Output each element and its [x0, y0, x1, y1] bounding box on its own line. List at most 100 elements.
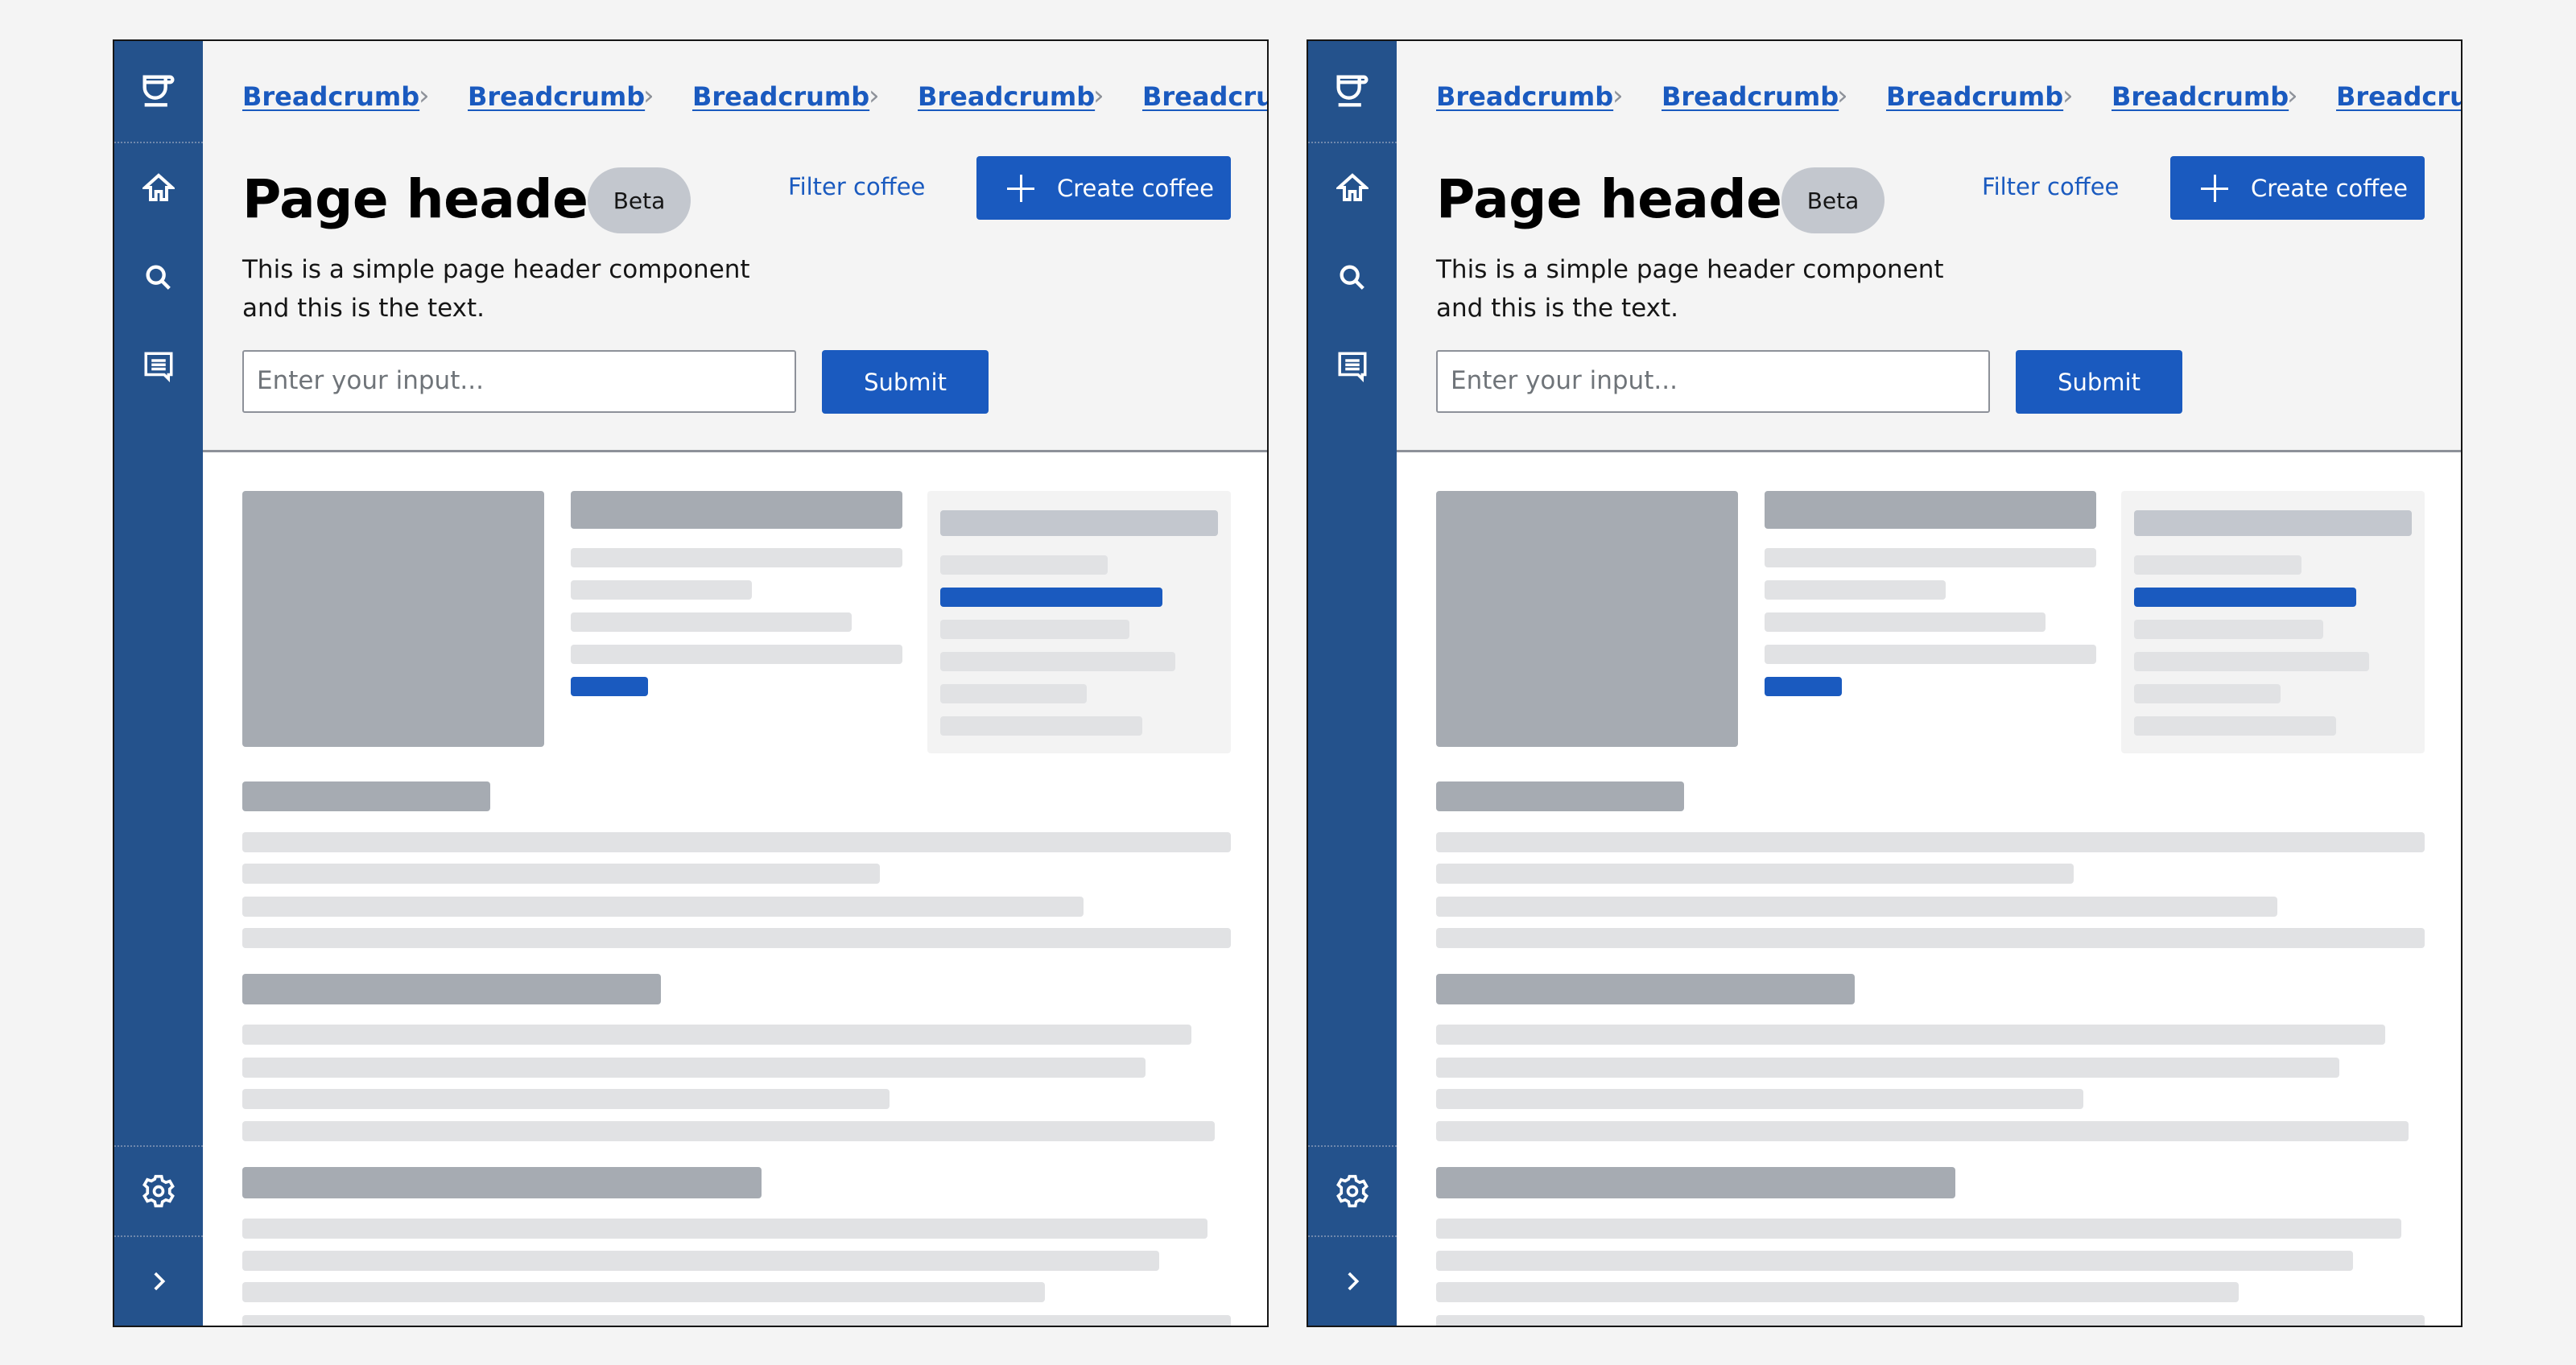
sidebar-item-home[interactable]: [114, 154, 203, 221]
chat-icon: [1335, 349, 1369, 383]
create-coffee-label: Create coffee: [2251, 174, 2408, 202]
create-coffee-button[interactable]: Create coffee: [976, 156, 1231, 220]
skeleton-line: [242, 1219, 1208, 1239]
submit-label: Submit: [864, 368, 947, 396]
skeleton-heading: [242, 974, 661, 1004]
sidebar-item-messages[interactable]: [114, 332, 203, 400]
skeleton-link: [940, 588, 1162, 607]
skeleton-title: [1765, 491, 2096, 529]
skeleton-line: [1436, 1025, 2385, 1045]
app-logo[interactable]: [114, 41, 203, 141]
submit-button[interactable]: Submit: [822, 350, 989, 414]
skeleton-line: [1436, 1315, 2425, 1326]
filter-coffee-link[interactable]: Filter coffee: [788, 173, 925, 200]
page-description: This is a simple page header component a…: [242, 250, 806, 328]
skeleton-line: [2134, 555, 2301, 575]
submit-button[interactable]: Submit: [2016, 350, 2182, 414]
description-line: This is a simple page header component: [1436, 255, 1944, 284]
app-logo[interactable]: [1308, 41, 1397, 141]
skeleton-image: [1436, 491, 1738, 747]
page-title: Page header: [242, 168, 614, 230]
breadcrumb-item[interactable]: Breadcrumb: [2112, 81, 2289, 112]
breadcrumb-separator-icon: ›: [419, 80, 430, 112]
skeleton-line: [242, 1121, 1215, 1141]
skeleton-line: [242, 1282, 1045, 1302]
search-icon: [1336, 262, 1368, 294]
page-header: Breadcrumb › Breadcrumb › Breadcrumb › B…: [203, 41, 1267, 452]
skeleton-heading: [1436, 781, 1684, 811]
skeleton-link: [1765, 677, 1842, 696]
skeleton-content: [203, 452, 1267, 1326]
sidebar-item-settings[interactable]: [1308, 1147, 1397, 1235]
skeleton-line: [2134, 652, 2369, 671]
text-input[interactable]: Enter your input...: [242, 350, 796, 413]
breadcrumb-separator-icon: ›: [2062, 80, 2074, 112]
sidebar-expand-button[interactable]: [1308, 1237, 1397, 1326]
skeleton-line: [1765, 645, 2096, 664]
skeleton-line: [1436, 928, 2425, 948]
skeleton-line: [1436, 1058, 2339, 1078]
skeleton-line: [940, 684, 1087, 703]
skeleton-line: [1765, 548, 2096, 567]
home-icon: [1336, 171, 1368, 204]
search-icon: [142, 262, 175, 294]
skeleton-line: [2134, 684, 2281, 703]
chevron-right-icon: [1339, 1268, 1366, 1295]
skeleton-heading: [242, 1167, 762, 1198]
skeleton-card: [2121, 491, 2425, 753]
text-input[interactable]: Enter your input...: [1436, 350, 1990, 413]
skeleton-content: [1397, 452, 2461, 1326]
breadcrumb-item[interactable]: Breadcrumb: [2336, 81, 2461, 112]
sidebar-item-search[interactable]: [114, 244, 203, 311]
beta-badge: Beta: [1781, 167, 1885, 233]
skeleton-line: [242, 1025, 1191, 1045]
sidebar-item-messages[interactable]: [1308, 332, 1397, 400]
breadcrumb-item[interactable]: Breadcrumb: [918, 81, 1095, 112]
filter-coffee-link[interactable]: Filter coffee: [1982, 173, 2119, 200]
sidebar-item-settings[interactable]: [114, 1147, 203, 1235]
sidebar-item-home[interactable]: [1308, 154, 1397, 221]
skeleton-line: [1436, 1219, 2401, 1239]
home-icon: [142, 171, 175, 204]
coffee-cup-icon: [1331, 70, 1373, 112]
skeleton-line: [1436, 1251, 2353, 1271]
beta-badge: Beta: [588, 167, 691, 233]
breadcrumb-item[interactable]: Breadcrumb: [692, 81, 869, 112]
breadcrumb-item[interactable]: Breadcrumb: [1662, 81, 1839, 112]
skeleton-line: [242, 1058, 1146, 1078]
skeleton-line: [2134, 620, 2323, 639]
breadcrumb-item[interactable]: Breadcrumb: [1142, 81, 1267, 112]
page-header: Breadcrumb › Breadcrumb › Breadcrumb › B…: [1397, 41, 2461, 452]
skeleton-card-title: [2134, 510, 2412, 536]
skeleton-card-title: [940, 510, 1218, 536]
skeleton-line: [940, 620, 1129, 639]
input-placeholder: Enter your input...: [1451, 366, 1678, 395]
sidebar-expand-button[interactable]: [114, 1237, 203, 1326]
skeleton-line: [242, 864, 880, 884]
breadcrumb-item[interactable]: Breadcrumb: [1436, 81, 1613, 112]
skeleton-image: [242, 491, 544, 747]
breadcrumb-item[interactable]: Breadcrumb: [242, 81, 419, 112]
skeleton-link: [571, 677, 648, 696]
breadcrumb-item[interactable]: Breadcrumb: [1886, 81, 2063, 112]
breadcrumb-item[interactable]: Breadcrumb: [468, 81, 645, 112]
skeleton-link: [2134, 588, 2356, 607]
skeleton-line: [242, 1089, 890, 1109]
skeleton-line: [571, 645, 902, 664]
skeleton-line: [1436, 1089, 2083, 1109]
input-placeholder: Enter your input...: [257, 366, 484, 395]
breadcrumb-separator-icon: ›: [1837, 80, 1848, 112]
skeleton-line: [1436, 1282, 2239, 1302]
side-nav: [1308, 41, 1397, 1326]
skeleton-line: [940, 555, 1108, 575]
sidebar-item-search[interactable]: [1308, 244, 1397, 311]
app-window-2: Breadcrumb › Breadcrumb › Breadcrumb › B…: [1307, 39, 2462, 1327]
create-coffee-button[interactable]: Create coffee: [2170, 156, 2425, 220]
description-line: and this is the text.: [242, 294, 485, 323]
badge-label: Beta: [613, 187, 666, 214]
skeleton-line: [571, 580, 752, 600]
breadcrumb-separator-icon: ›: [1612, 80, 1624, 112]
skeleton-heading: [242, 781, 490, 811]
skeleton-line: [2134, 716, 2336, 736]
coffee-cup-icon: [138, 70, 180, 112]
